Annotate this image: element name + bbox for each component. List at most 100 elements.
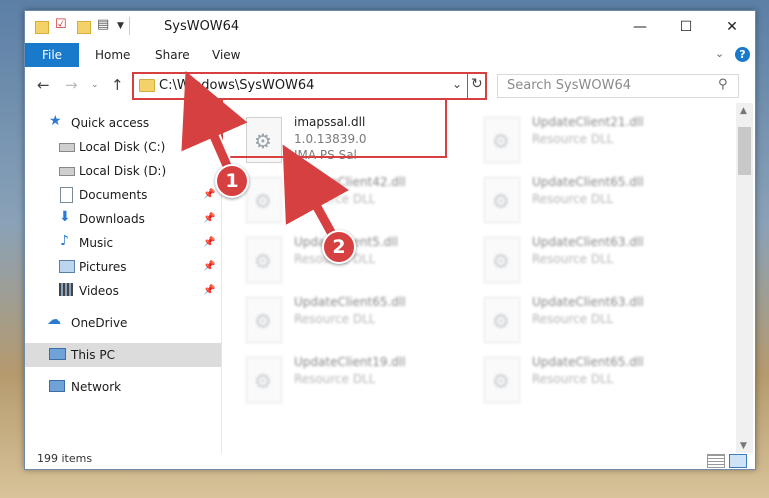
file-type: Resource DLL: [532, 252, 614, 266]
gear-icon: ⚙: [492, 309, 510, 333]
chevron-down-icon[interactable]: ⌄: [452, 77, 462, 91]
cloud-icon: ☁: [47, 312, 61, 328]
sidebar-item-label: This PC: [71, 348, 115, 362]
refresh-icon[interactable]: ↻: [471, 76, 483, 92]
sidebar-item-quick-access[interactable]: ★ Quick access: [25, 111, 221, 135]
pin-icon[interactable]: 📌: [203, 213, 215, 224]
expand-ribbon-icon[interactable]: ⌄: [715, 47, 724, 60]
file-type: Resource DLL: [532, 192, 614, 206]
tab-share[interactable]: Share: [155, 48, 190, 62]
back-icon[interactable]: ←: [37, 76, 50, 94]
help-icon[interactable]: ?: [735, 47, 750, 62]
title-bar: ☑ ▤ ▼ SysWOW64 — ☐ ✕: [25, 11, 755, 43]
new-folder-icon[interactable]: [77, 21, 91, 34]
sidebar-item-label: Network: [71, 380, 122, 394]
file-name: UpdateClient42.dll: [294, 175, 406, 189]
recent-locations-icon[interactable]: ⌄: [91, 80, 99, 90]
drive-icon: [59, 167, 75, 176]
search-placeholder: Search SysWOW64: [507, 78, 631, 93]
up-icon[interactable]: ↑: [111, 76, 124, 94]
file-name: UpdateClient21.dll: [532, 115, 644, 129]
file-name: UpdateClient65.dll: [532, 355, 644, 369]
file-type: Resource DLL: [532, 372, 614, 386]
file-type: Resource DLL: [532, 132, 614, 146]
computer-icon: [49, 348, 66, 360]
close-button[interactable]: ✕: [709, 11, 755, 43]
customize-toolbar-icon[interactable]: ▤: [97, 17, 111, 32]
maximize-button[interactable]: ☐: [663, 11, 709, 43]
sidebar-item-music[interactable]: ♪ Music 📌: [25, 231, 221, 255]
file-type: Resource DLL: [294, 192, 376, 206]
file-item[interactable]: ⚙ UpdateClient65.dll Resource DLL: [222, 293, 452, 347]
file-item[interactable]: ⚙ UpdateClient42.dll Resource DLL: [222, 173, 452, 227]
pin-icon[interactable]: 📌: [203, 285, 215, 296]
tab-view[interactable]: View: [212, 48, 240, 62]
address-bar[interactable]: C:\Windows\SysWOW64 ⌄ ↻: [132, 72, 487, 100]
gear-icon: ⚙: [492, 249, 510, 273]
file-item[interactable]: ⚙ UpdateClient21.dll Resource DLL: [460, 113, 690, 167]
folder-icon: [139, 79, 155, 92]
sidebar-item-onedrive[interactable]: ☁ OneDrive: [25, 311, 221, 335]
sidebar-item-local-disk-c[interactable]: Local Disk (C:): [25, 135, 221, 159]
navigation-pane: ★ Quick access Local Disk (C:) Local Dis…: [25, 103, 222, 453]
forward-icon[interactable]: →: [65, 76, 78, 94]
pin-icon[interactable]: 📌: [203, 189, 215, 200]
properties-icon[interactable]: ☑: [55, 17, 69, 32]
sidebar-item-documents[interactable]: Documents 📌: [25, 183, 221, 207]
divider: [467, 74, 468, 98]
network-icon: [49, 380, 65, 392]
music-icon: ♪: [60, 233, 69, 249]
sidebar-item-label: Local Disk (C:): [79, 140, 166, 154]
address-path[interactable]: C:\Windows\SysWOW64: [159, 78, 314, 93]
sidebar-item-this-pc[interactable]: This PC: [25, 343, 221, 367]
explorer-window: ☑ ▤ ▼ SysWOW64 — ☐ ✕ File Home Share Vie…: [24, 10, 756, 470]
file-item[interactable]: ⚙ UpdateClient65.dll Resource DLL: [460, 173, 690, 227]
search-input[interactable]: Search SysWOW64 ⚲: [497, 74, 739, 98]
pin-icon[interactable]: 📌: [203, 261, 215, 272]
scroll-up-icon[interactable]: ▲: [740, 106, 747, 116]
sidebar-item-network[interactable]: Network: [25, 375, 221, 399]
file-item[interactable]: ⚙ UpdateClient19.dll Resource DLL: [222, 353, 452, 407]
step-2-badge: 2: [322, 230, 356, 264]
scrollbar-thumb[interactable]: [738, 127, 751, 175]
gear-icon: ⚙: [254, 189, 272, 213]
folder-icon: [35, 21, 49, 34]
gear-icon: ⚙: [254, 369, 272, 393]
sidebar-item-downloads[interactable]: ⬇ Downloads 📌: [25, 207, 221, 231]
tab-file[interactable]: File: [25, 43, 79, 67]
file-item[interactable]: ⚙ UpdateClient65.dll Resource DLL: [460, 353, 690, 407]
tab-home[interactable]: Home: [95, 48, 130, 62]
large-icons-view-icon[interactable]: [729, 454, 747, 468]
gear-icon: ⚙: [254, 249, 272, 273]
file-name: UpdateClient63.dll: [532, 235, 644, 249]
sidebar-item-videos[interactable]: Videos 📌: [25, 279, 221, 303]
sidebar-item-pictures[interactable]: Pictures 📌: [25, 255, 221, 279]
gear-icon: ⚙: [492, 129, 510, 153]
divider: [129, 17, 130, 35]
file-name: UpdateClient65.dll: [294, 295, 406, 309]
scroll-down-icon[interactable]: ▼: [740, 441, 747, 451]
ribbon-tabs: File Home Share View ⌄ ?: [25, 43, 755, 68]
sidebar-item-local-disk-d[interactable]: Local Disk (D:): [25, 159, 221, 183]
search-icon[interactable]: ⚲: [718, 77, 728, 92]
vertical-scrollbar[interactable]: ▲ ▼: [736, 103, 753, 453]
sidebar-item-label: Local Disk (D:): [79, 164, 167, 178]
sidebar-item-label: Music: [79, 236, 114, 250]
pin-icon[interactable]: 📌: [203, 237, 215, 248]
file-item[interactable]: ⚙ UpdateClient63.dll Resource DLL: [460, 293, 690, 347]
minimize-button[interactable]: —: [617, 11, 663, 43]
sidebar-item-label: Pictures: [79, 260, 127, 274]
status-bar: 199 items: [25, 452, 755, 469]
gear-icon: ⚙: [492, 189, 510, 213]
file-item[interactable]: ⚙ UpdateClient63.dll Resource DLL: [460, 233, 690, 287]
file-type: Resource DLL: [294, 372, 376, 386]
item-count: 199 items: [37, 452, 93, 465]
sidebar-item-label: Documents: [79, 188, 148, 202]
file-type: Resource DLL: [532, 312, 614, 326]
file-highlight-box: [221, 98, 447, 158]
sidebar-item-label: OneDrive: [71, 316, 128, 330]
file-type: Resource DLL: [294, 312, 376, 326]
details-view-icon[interactable]: [707, 454, 725, 468]
window-title: SysWOW64: [164, 19, 240, 34]
star-icon: ★: [49, 113, 62, 129]
